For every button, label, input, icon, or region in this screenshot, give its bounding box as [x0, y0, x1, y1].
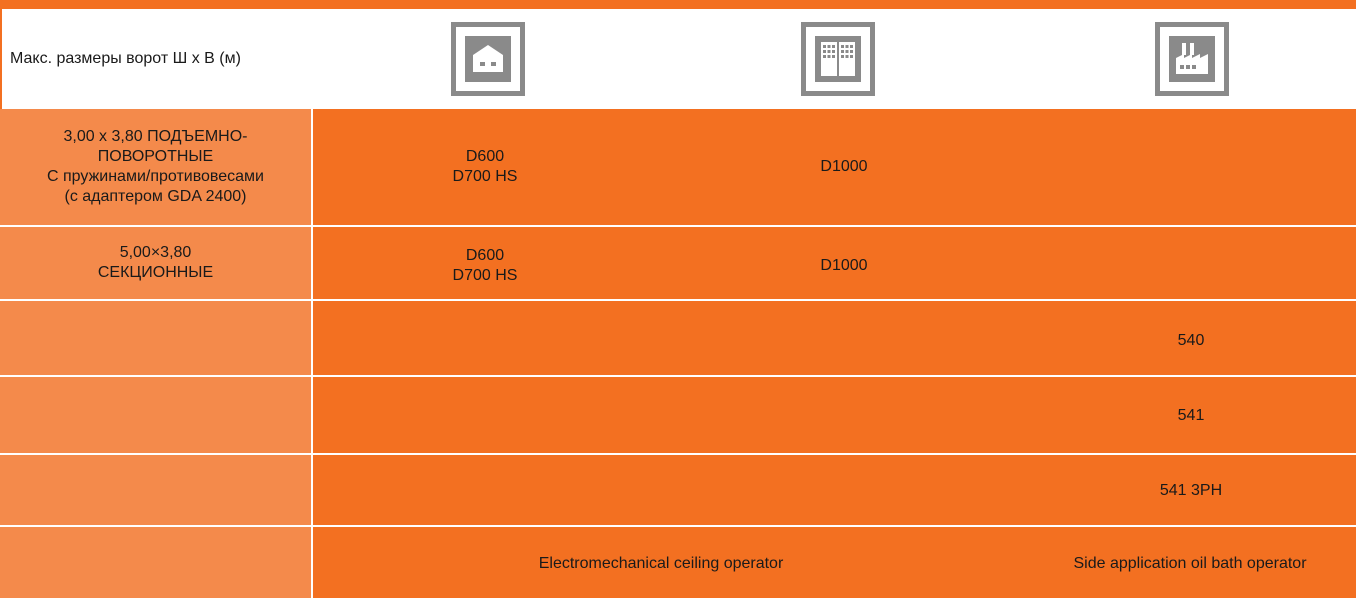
row-label: [0, 377, 311, 453]
value-cell: D600 D700 HS: [452, 148, 518, 185]
value-cell: 541 3PH: [1159, 482, 1223, 499]
factory-icon: [1155, 22, 1229, 96]
table-row: 5,00×3,80 СЕКЦИОННЫЕ D600 D700 HS D1000: [0, 227, 1356, 299]
apartment-building-icon: [801, 22, 875, 96]
row-label: 3,00 x 3,80 ПОДЪЕМНО- ПОВОРОТНЫЕ С пружи…: [0, 109, 311, 225]
operator-type-label: Side application oil bath operator: [1073, 555, 1307, 572]
value-cell: D600 D700 HS: [452, 247, 518, 284]
value-cell: D1000: [820, 257, 868, 274]
value-cell: D1000: [820, 158, 868, 175]
row-label: 5,00×3,80 СЕКЦИОННЫЕ: [0, 227, 311, 299]
operator-type-label: Electromechanical ceiling operator: [538, 555, 784, 572]
value-cell: 541: [1177, 407, 1205, 424]
top-accent-bar: [0, 0, 1356, 9]
row-label: [0, 301, 311, 375]
table-row: 541 3PH: [0, 455, 1356, 525]
header-label: Макс. размеры ворот Ш x В (м): [10, 50, 241, 67]
value-cell: 540: [1177, 332, 1205, 349]
table-row: 3,00 x 3,80 ПОДЪЕМНО- ПОВОРОТНЫЕ С пружи…: [0, 109, 1356, 225]
table-row: 540: [0, 301, 1356, 375]
table-row: Electromechanical ceiling operator Side …: [0, 527, 1356, 598]
row-label-text: 3,00 x 3,80 ПОДЪЕМНО- ПОВОРОТНЫЕ С пружи…: [47, 128, 264, 205]
row-label: [0, 455, 311, 525]
row-label: [0, 527, 311, 598]
house-icon: [451, 22, 525, 96]
table-header: Макс. размеры ворот Ш x В (м): [0, 9, 1356, 109]
row-label-text: 5,00×3,80 СЕКЦИОННЫЕ: [97, 244, 214, 281]
table-row: 541: [0, 377, 1356, 453]
